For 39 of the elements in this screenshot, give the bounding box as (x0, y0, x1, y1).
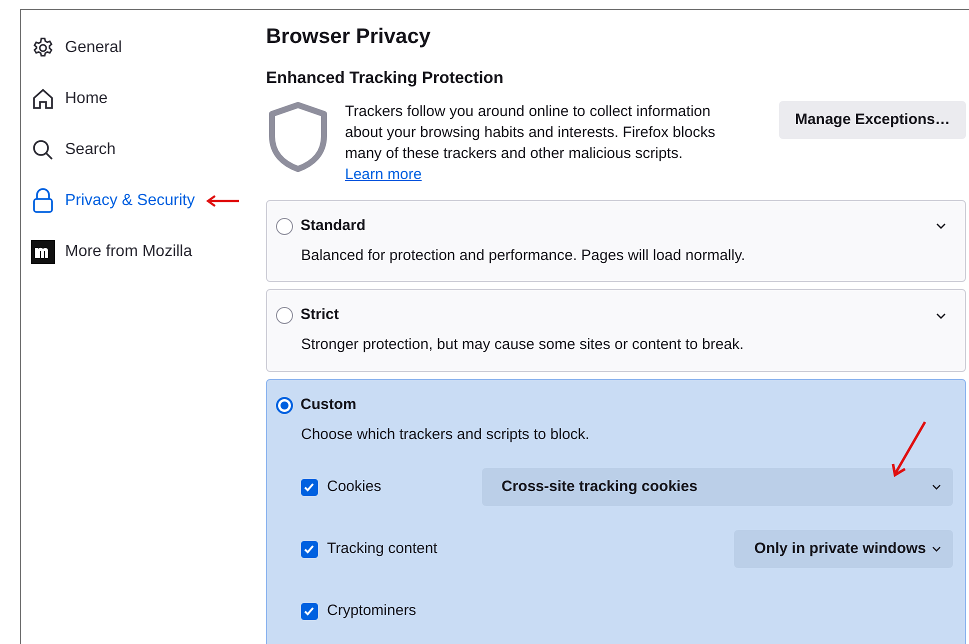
chevron-icon[interactable] (936, 223, 946, 230)
option-description: Stronger protection, but may cause some sites or content to break. (301, 335, 745, 356)
radio-button[interactable] (276, 307, 293, 324)
dropdown[interactable]: Cross-site tracking cookies (482, 468, 953, 506)
manage-exceptions-button[interactable]: Manage Exceptions… (778, 100, 966, 140)
sidebar-item[interactable]: Privacy & Security (31, 175, 195, 226)
page-title: Browser Privacy (266, 24, 432, 50)
setting-label: Cookies (327, 477, 382, 498)
mozilla-logo-icon (31, 240, 55, 264)
sidebar-item[interactable]: General (31, 22, 122, 73)
radio-button[interactable] (276, 396, 293, 414)
chevron-icon[interactable] (936, 312, 946, 319)
home-icon (31, 86, 55, 110)
sidebar-item[interactable]: More from Mozilla (31, 226, 192, 277)
annotation-arrow (206, 194, 240, 206)
search-icon (31, 138, 55, 162)
checkbox[interactable] (301, 478, 318, 496)
sidebar-item[interactable]: Search (31, 124, 116, 175)
dropdown[interactable]: Only in private windows (734, 530, 953, 568)
lock-icon (31, 188, 55, 214)
section-heading: Enhanced Tracking Protection (266, 69, 504, 89)
option-label: Strict (300, 305, 339, 326)
annotation-arrow (891, 420, 927, 478)
option-description: Choose which trackers and scripts to block. (301, 424, 590, 445)
checkbox[interactable] (301, 540, 318, 558)
option-description: Balanced for protection and performance. Pages will load normally. (301, 246, 746, 266)
option-label: Standard (300, 216, 366, 236)
checkbox[interactable] (301, 602, 318, 620)
description-text: Trackers follow you around online to collect information about your browsing habits and interests. Firefox blocks many of these trackers and other malicious scripts. (345, 102, 716, 164)
radio-button[interactable] (276, 218, 293, 235)
chevron-icon (932, 546, 941, 552)
gear-icon (31, 36, 55, 60)
option-label: Custom (300, 394, 356, 415)
setting-label: Tracking content (327, 539, 438, 560)
chevron-icon (932, 484, 941, 490)
sidebar-item[interactable]: Home (31, 73, 108, 124)
shield-icon (266, 100, 330, 173)
learn-more-link[interactable]: Learn more (345, 166, 422, 183)
setting-label: Cryptominers (327, 601, 418, 622)
